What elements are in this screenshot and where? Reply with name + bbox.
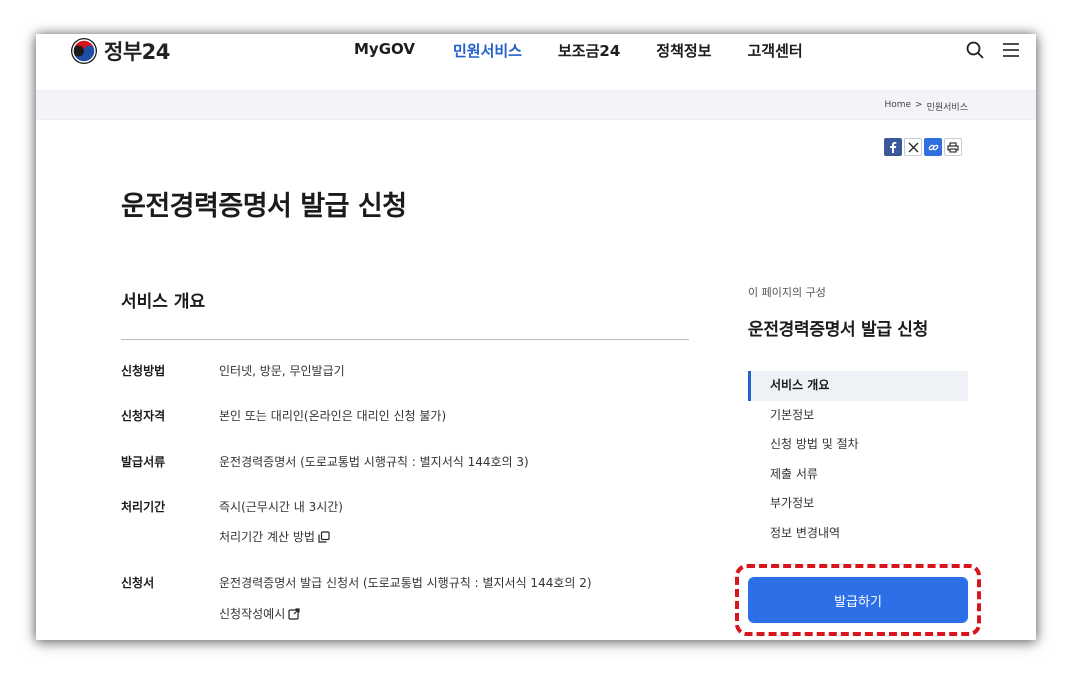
highlight-annotation [735,564,981,636]
breadcrumb-bar: Home > 민원서비스 [36,90,1036,120]
breadcrumb: Home > 민원서비스 [884,100,968,113]
nav-mygov[interactable]: MyGOV [354,40,415,61]
processing-time-calc-label: 처리기간 계산 방법 [219,530,315,544]
logo-text: 정부24 [104,40,170,64]
hamburger-menu-icon[interactable] [1001,40,1021,60]
toc-title: 운전경력증명서 발급 신청 [748,320,928,340]
info-value: 운전경력증명서 (도로교통법 시행규칙 : 별지서식 144호의 3) [219,455,529,469]
info-value: 운전경력증명서 발급 신청서 (도로교통법 시행규칙 : 별지서식 144호의 … [219,576,592,590]
share-toolbar [884,138,962,156]
taegeuk-logo-icon [71,38,97,64]
application-example-label: 신청작성예시 [219,607,286,621]
breadcrumb-home[interactable]: Home [884,100,911,113]
site-logo[interactable]: 정부24 [70,36,170,66]
info-label: 신청방법 [121,364,166,378]
search-icon[interactable] [965,40,985,60]
info-value: 즉시(근무시간 내 3시간) [219,500,343,514]
info-label: 신청서 [121,576,155,590]
info-label: 신청자격 [121,409,166,423]
link-icon[interactable] [924,138,942,156]
x-icon[interactable] [904,138,922,156]
toc-item-basic-info[interactable]: 기본정보 [748,401,968,431]
toc-list: 서비스 개요 기본정보 신청 방법 및 절차 제출 서류 부가정보 정보 변경내… [748,371,968,548]
nav-policy-info[interactable]: 정책정보 [656,40,711,61]
info-value: 본인 또는 대리인(온라인은 대리인 신청 불가) [219,409,447,423]
nav-subsidy24[interactable]: 보조금24 [558,40,620,61]
nav-customer-center[interactable]: 고객센터 [747,40,802,61]
copy-popup-icon [318,530,330,543]
nav-civil-services[interactable]: 민원서비스 [453,40,522,61]
breadcrumb-current[interactable]: 민원서비스 [927,100,968,113]
toc-item-change-history[interactable]: 정보 변경내역 [748,519,968,549]
processing-time-calc-link[interactable]: 처리기간 계산 방법 [219,528,330,545]
info-label: 발급서류 [121,455,166,469]
info-value: 인터넷, 방문, 무인발급기 [219,364,345,378]
toc-item-additional-info[interactable]: 부가정보 [748,489,968,519]
main-nav: MyGOV 민원서비스 보조금24 정책정보 고객센터 [354,40,803,61]
page-title: 운전경력증명서 발급 신청 [121,191,407,222]
facebook-icon[interactable] [884,138,902,156]
toc-item-overview[interactable]: 서비스 개요 [748,371,968,401]
toc-item-submit-documents[interactable]: 제출 서류 [748,460,968,490]
application-example-link[interactable]: 신청작성예시 [219,605,300,622]
section-divider [121,339,689,340]
info-label: 처리기간 [121,500,166,514]
site-header: 정부24 MyGOV 민원서비스 보조금24 정책정보 고객센터 [36,34,1036,90]
browser-page: 정부24 MyGOV 민원서비스 보조금24 정책정보 고객센터 Home > … [36,34,1036,640]
toc-caption: 이 페이지의 구성 [748,286,826,299]
breadcrumb-separator: > [915,100,923,110]
section-title: 서비스 개요 [121,292,206,312]
toc-item-method-procedure[interactable]: 신청 방법 및 절차 [748,430,968,460]
print-icon[interactable] [944,138,962,156]
external-link-icon [288,607,300,620]
